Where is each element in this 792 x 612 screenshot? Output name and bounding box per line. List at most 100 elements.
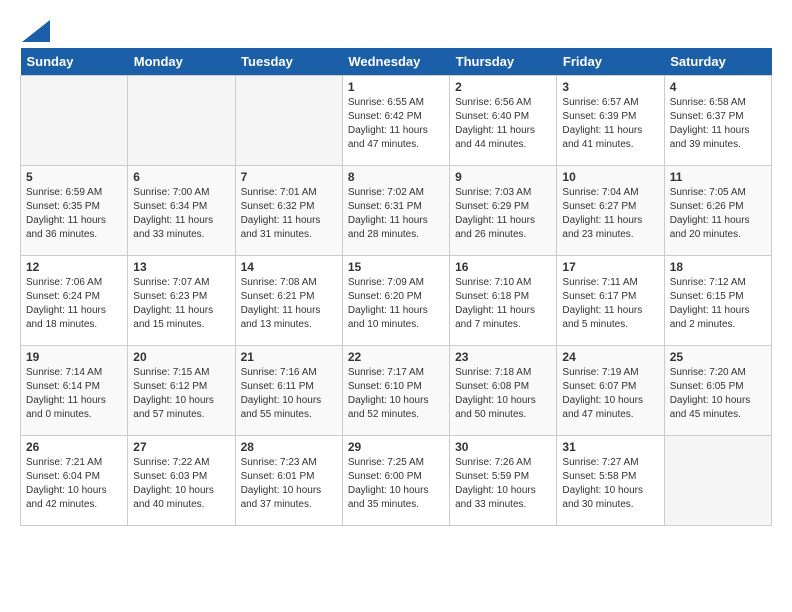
day-info: Sunrise: 7:06 AM Sunset: 6:24 PM Dayligh… [26, 276, 122, 332]
calendar-cell: 6 Sunrise: 7:00 AM Sunset: 6:34 PM Daylig… [128, 166, 235, 256]
day-info: Sunrise: 7:03 AM Sunset: 6:29 PM Dayligh… [455, 186, 551, 242]
calendar-week-row: 1 Sunrise: 6:55 AM Sunset: 6:42 PM Daylig… [21, 76, 772, 166]
day-info: Sunrise: 7:25 AM Sunset: 6:00 PM Dayligh… [348, 456, 444, 512]
day-number: 24 [562, 350, 658, 364]
calendar-cell: 25 Sunrise: 7:20 AM Sunset: 6:05 PM Dayli… [664, 346, 771, 436]
calendar-cell: 2Sunrise: 6:56 AM Sunset: 6:40 PM Daylig… [450, 76, 557, 166]
day-number: 8 [348, 170, 444, 184]
day-number: 13 [133, 260, 229, 274]
day-number: 3 [562, 80, 658, 94]
calendar-cell: 9 Sunrise: 7:03 AM Sunset: 6:29 PM Daylig… [450, 166, 557, 256]
days-header-row: SundayMondayTuesdayWednesdayThursdayFrid… [21, 48, 772, 76]
day-number: 12 [26, 260, 122, 274]
calendar-cell: 8 Sunrise: 7:02 AM Sunset: 6:31 PM Daylig… [342, 166, 449, 256]
calendar-cell: 10 Sunrise: 7:04 AM Sunset: 6:27 PM Dayli… [557, 166, 664, 256]
calendar-cell: 11 Sunrise: 7:05 AM Sunset: 6:26 PM Dayli… [664, 166, 771, 256]
calendar-cell: 16 Sunrise: 7:10 AM Sunset: 6:18 PM Dayli… [450, 256, 557, 346]
calendar-cell: 20 Sunrise: 7:15 AM Sunset: 6:12 PM Dayli… [128, 346, 235, 436]
day-info: Sunrise: 7:07 AM Sunset: 6:23 PM Dayligh… [133, 276, 229, 332]
day-info: Sunrise: 7:17 AM Sunset: 6:10 PM Dayligh… [348, 366, 444, 422]
day-info: Sunrise: 6:59 AM Sunset: 6:35 PM Dayligh… [26, 186, 122, 242]
calendar-cell: 13 Sunrise: 7:07 AM Sunset: 6:23 PM Dayli… [128, 256, 235, 346]
calendar-cell: 31 Sunrise: 7:27 AM Sunset: 5:58 PM Dayli… [557, 436, 664, 526]
day-number: 16 [455, 260, 551, 274]
day-of-week-header: Tuesday [235, 48, 342, 76]
calendar-cell: 12 Sunrise: 7:06 AM Sunset: 6:24 PM Dayli… [21, 256, 128, 346]
calendar-cell: 17 Sunrise: 7:11 AM Sunset: 6:17 PM Dayli… [557, 256, 664, 346]
calendar-cell: 27 Sunrise: 7:22 AM Sunset: 6:03 PM Dayli… [128, 436, 235, 526]
calendar-cell [21, 76, 128, 166]
calendar-cell: 21 Sunrise: 7:16 AM Sunset: 6:11 PM Dayli… [235, 346, 342, 436]
day-info: Sunrise: 6:57 AM Sunset: 6:39 PM Dayligh… [562, 96, 658, 152]
day-number: 31 [562, 440, 658, 454]
day-info: Sunrise: 6:55 AM Sunset: 6:42 PM Dayligh… [348, 96, 444, 152]
day-number: 30 [455, 440, 551, 454]
day-info: Sunrise: 7:01 AM Sunset: 6:32 PM Dayligh… [241, 186, 337, 242]
calendar-cell: 4Sunrise: 6:58 AM Sunset: 6:37 PM Daylig… [664, 76, 771, 166]
day-of-week-header: Wednesday [342, 48, 449, 76]
day-info: Sunrise: 7:00 AM Sunset: 6:34 PM Dayligh… [133, 186, 229, 242]
day-info: Sunrise: 7:14 AM Sunset: 6:14 PM Dayligh… [26, 366, 122, 422]
day-info: Sunrise: 7:21 AM Sunset: 6:04 PM Dayligh… [26, 456, 122, 512]
day-number: 21 [241, 350, 337, 364]
day-number: 19 [26, 350, 122, 364]
day-info: Sunrise: 7:11 AM Sunset: 6:17 PM Dayligh… [562, 276, 658, 332]
day-number: 15 [348, 260, 444, 274]
day-info: Sunrise: 7:16 AM Sunset: 6:11 PM Dayligh… [241, 366, 337, 422]
day-info: Sunrise: 7:18 AM Sunset: 6:08 PM Dayligh… [455, 366, 551, 422]
day-of-week-header: Monday [128, 48, 235, 76]
logo-icon [22, 20, 50, 42]
calendar-cell: 3 Sunrise: 6:57 AM Sunset: 6:39 PM Daylig… [557, 76, 664, 166]
calendar-cell: 24Sunrise: 7:19 AM Sunset: 6:07 PM Dayli… [557, 346, 664, 436]
calendar-week-row: 12 Sunrise: 7:06 AM Sunset: 6:24 PM Dayli… [21, 256, 772, 346]
day-number: 17 [562, 260, 658, 274]
calendar-cell: 19 Sunrise: 7:14 AM Sunset: 6:14 PM Dayli… [21, 346, 128, 436]
day-number: 11 [670, 170, 766, 184]
day-number: 9 [455, 170, 551, 184]
day-info: Sunrise: 7:15 AM Sunset: 6:12 PM Dayligh… [133, 366, 229, 422]
logo [20, 20, 50, 38]
calendar-cell: 15Sunrise: 7:09 AM Sunset: 6:20 PM Dayli… [342, 256, 449, 346]
day-number: 27 [133, 440, 229, 454]
day-info: Sunrise: 7:12 AM Sunset: 6:15 PM Dayligh… [670, 276, 766, 332]
calendar-cell [128, 76, 235, 166]
day-number: 10 [562, 170, 658, 184]
calendar-cell: 30 Sunrise: 7:26 AM Sunset: 5:59 PM Dayli… [450, 436, 557, 526]
calendar-cell: 29 Sunrise: 7:25 AM Sunset: 6:00 PM Dayli… [342, 436, 449, 526]
day-number: 20 [133, 350, 229, 364]
day-of-week-header: Sunday [21, 48, 128, 76]
day-info: Sunrise: 7:02 AM Sunset: 6:31 PM Dayligh… [348, 186, 444, 242]
calendar-cell: 5 Sunrise: 6:59 AM Sunset: 6:35 PM Daylig… [21, 166, 128, 256]
day-of-week-header: Thursday [450, 48, 557, 76]
day-info: Sunrise: 7:22 AM Sunset: 6:03 PM Dayligh… [133, 456, 229, 512]
day-number: 23 [455, 350, 551, 364]
day-of-week-header: Friday [557, 48, 664, 76]
day-info: Sunrise: 7:04 AM Sunset: 6:27 PM Dayligh… [562, 186, 658, 242]
day-info: Sunrise: 7:10 AM Sunset: 6:18 PM Dayligh… [455, 276, 551, 332]
calendar-week-row: 19 Sunrise: 7:14 AM Sunset: 6:14 PM Dayli… [21, 346, 772, 436]
calendar-cell: 22Sunrise: 7:17 AM Sunset: 6:10 PM Dayli… [342, 346, 449, 436]
calendar-cell: 18 Sunrise: 7:12 AM Sunset: 6:15 PM Dayli… [664, 256, 771, 346]
day-number: 18 [670, 260, 766, 274]
day-info: Sunrise: 7:27 AM Sunset: 5:58 PM Dayligh… [562, 456, 658, 512]
day-number: 5 [26, 170, 122, 184]
day-number: 25 [670, 350, 766, 364]
calendar-cell: 14Sunrise: 7:08 AM Sunset: 6:21 PM Dayli… [235, 256, 342, 346]
day-info: Sunrise: 7:26 AM Sunset: 5:59 PM Dayligh… [455, 456, 551, 512]
calendar-cell [664, 436, 771, 526]
day-number: 6 [133, 170, 229, 184]
day-number: 4 [670, 80, 766, 94]
day-number: 1 [348, 80, 444, 94]
day-info: Sunrise: 7:08 AM Sunset: 6:21 PM Dayligh… [241, 276, 337, 332]
calendar-cell [235, 76, 342, 166]
day-number: 7 [241, 170, 337, 184]
day-number: 29 [348, 440, 444, 454]
day-info: Sunrise: 7:20 AM Sunset: 6:05 PM Dayligh… [670, 366, 766, 422]
day-number: 26 [26, 440, 122, 454]
calendar-week-row: 26 Sunrise: 7:21 AM Sunset: 6:04 PM Dayli… [21, 436, 772, 526]
day-info: Sunrise: 7:05 AM Sunset: 6:26 PM Dayligh… [670, 186, 766, 242]
calendar-cell: 26 Sunrise: 7:21 AM Sunset: 6:04 PM Dayli… [21, 436, 128, 526]
day-info: Sunrise: 6:56 AM Sunset: 6:40 PM Dayligh… [455, 96, 551, 152]
day-info: Sunrise: 7:23 AM Sunset: 6:01 PM Dayligh… [241, 456, 337, 512]
calendar-cell: 28Sunrise: 7:23 AM Sunset: 6:01 PM Dayli… [235, 436, 342, 526]
